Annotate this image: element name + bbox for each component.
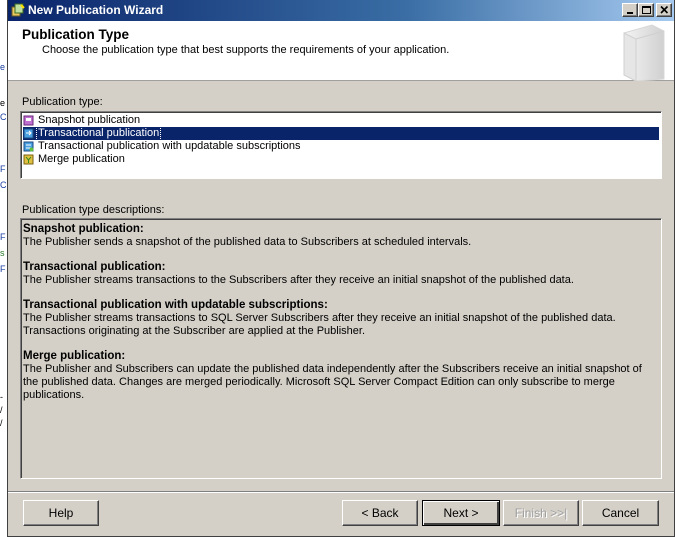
publication-type-label: Publication type: <box>22 96 103 108</box>
list-item-transactional-publication[interactable]: Transactional publication <box>23 126 659 141</box>
description-title: Transactional publication with updatable… <box>23 299 328 311</box>
list-item-label: Transactional publication <box>35 126 162 141</box>
wizard-book-icon <box>623 24 665 81</box>
wizard-dialog: New Publication Wizard Publication Type … <box>7 0 675 537</box>
snapshot-publication-icon <box>23 115 34 126</box>
merge-publication-icon <box>23 154 34 165</box>
description-text: The Publisher streams transactions to th… <box>23 274 574 286</box>
back-button[interactable]: < Back <box>342 500 418 526</box>
description-title: Merge publication: <box>23 350 126 362</box>
publication-type-list[interactable]: Snapshot publication Transactional publi… <box>20 111 662 179</box>
maximize-button[interactable] <box>638 3 654 17</box>
wizard-app-icon <box>11 3 25 17</box>
description-title: Transactional publication: <box>23 261 166 273</box>
description-block: Merge publication: The Publisher and Sub… <box>23 350 659 402</box>
list-item-label: Transactional publication with updatable… <box>38 140 301 152</box>
close-icon <box>660 5 669 14</box>
description-block: Snapshot publication: The Publisher send… <box>23 223 659 249</box>
page-subtitle: Choose the publication type that best su… <box>42 44 450 56</box>
description-text: The Publisher sends a snapshot of the pu… <box>23 236 472 248</box>
window-title: New Publication Wizard <box>28 3 164 17</box>
cancel-button[interactable]: Cancel <box>582 500 659 526</box>
list-item-label: Snapshot publication <box>38 114 141 126</box>
description-title: Snapshot publication: <box>23 223 144 235</box>
minimize-icon <box>627 12 633 14</box>
next-button[interactable]: Next > <box>422 500 500 526</box>
description-block: Transactional publication with updatable… <box>23 299 659 338</box>
description-text: The Publisher streams transactions to SQ… <box>23 312 616 337</box>
page-title: Publication Type <box>22 27 130 42</box>
maximize-icon <box>642 6 651 14</box>
list-item-snapshot-publication[interactable]: Snapshot publication <box>23 114 659 127</box>
wizard-header: Publication Type Choose the publication … <box>8 21 674 81</box>
publication-descriptions-panel: Snapshot publication: The Publisher send… <box>20 218 662 479</box>
descriptions-label: Publication type descriptions: <box>22 204 165 216</box>
minimize-button[interactable] <box>622 3 638 17</box>
list-item-label: Merge publication <box>38 153 125 165</box>
footer-separator <box>8 491 674 493</box>
close-button[interactable] <box>656 3 672 17</box>
list-item-merge-publication[interactable]: Merge publication <box>23 153 659 166</box>
list-item-updatable-publication[interactable]: Transactional publication with updatable… <box>23 140 659 153</box>
description-block: Transactional publication: The Publisher… <box>23 261 659 287</box>
finish-button[interactable]: Finish >>| <box>503 500 579 526</box>
title-bar[interactable]: New Publication Wizard <box>8 0 674 21</box>
updatable-publication-icon <box>23 141 34 152</box>
help-button[interactable]: Help <box>23 500 99 526</box>
transactional-publication-icon <box>23 128 34 139</box>
description-text: The Publisher and Subscribers can update… <box>23 363 642 401</box>
